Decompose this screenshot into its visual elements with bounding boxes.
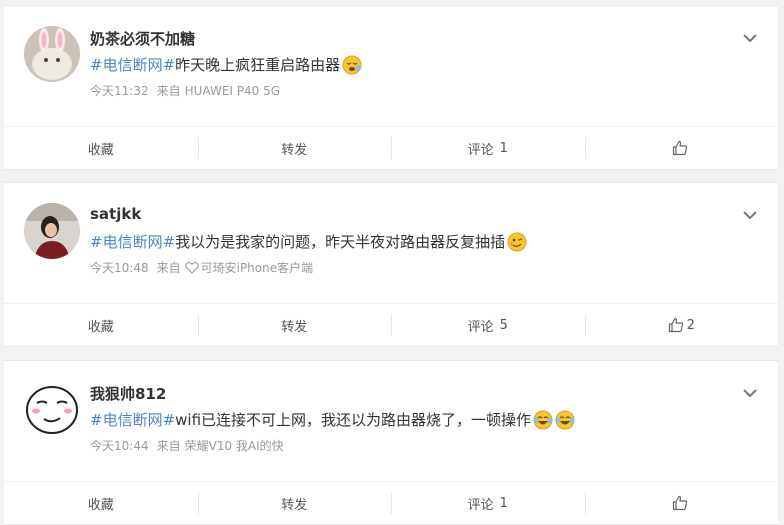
comment-button[interactable]: 评论 1	[391, 482, 585, 524]
like-button[interactable]	[584, 482, 779, 524]
source-prefix: 来自	[156, 261, 181, 275]
post-source[interactable]: HUAWEI P40 5G	[185, 84, 280, 98]
topic-link[interactable]: #电信断网#	[90, 409, 175, 430]
source-prefix: 来自	[156, 84, 181, 98]
comment-count: 5	[499, 317, 508, 333]
action-bar: 收藏 转发 评论 1	[4, 126, 778, 169]
post-text: 我以为是我家的问题，昨天半夜对路由器反复抽插	[175, 233, 506, 251]
repost-button[interactable]: 转发	[197, 482, 392, 524]
post-content: #电信断网# 昨天晚上疯狂重启路由器	[90, 54, 362, 75]
post-body: 奶茶必须不加糖 #电信断网# 昨天晚上疯狂重启路由器 今天11:32 来自 HU…	[4, 6, 778, 126]
post-text: 昨天晚上疯狂重启路由器	[175, 56, 341, 74]
post-card: 奶茶必须不加糖 #电信断网# 昨天晚上疯狂重启路由器 今天11:32 来自 HU…	[4, 5, 778, 170]
topic-link[interactable]: #电信断网#	[90, 231, 175, 252]
post-card: 我狠帅812 #电信断网# wifi已连接不可上网，我还以为路由器烧了，一顿操作	[4, 360, 778, 525]
comment-button[interactable]: 评论 5	[391, 304, 585, 346]
comment-label: 评论	[467, 497, 494, 513]
post-card: satjkk #电信断网# 我以为是我家的问题，昨天半夜对路由器反复抽插 今天1…	[4, 182, 778, 347]
repost-button[interactable]: 转发	[197, 127, 392, 169]
wink-emoji	[507, 232, 527, 251]
action-bar: 收藏 转发 评论 5 2	[4, 303, 778, 346]
avatar[interactable]	[24, 26, 80, 82]
thumbs-up-icon	[672, 495, 687, 511]
comment-count: 1	[499, 495, 508, 511]
favorite-button[interactable]: 收藏	[4, 127, 198, 169]
username[interactable]: 我狠帅812	[90, 383, 166, 404]
repost-label: 转发	[281, 497, 308, 513]
post-time: 今天11:32	[90, 84, 149, 98]
post-content: #电信断网# wifi已连接不可上网，我还以为路由器烧了，一顿操作	[90, 409, 575, 430]
favorite-label: 收藏	[87, 142, 114, 158]
post-meta: 今天10:44 来自 荣耀V10 我AI的快	[90, 437, 284, 454]
repost-label: 转发	[281, 319, 308, 335]
like-count: 2	[686, 317, 695, 333]
chevron-down-icon[interactable]	[742, 385, 758, 401]
comment-label: 评论	[467, 319, 494, 335]
post-time: 今天10:48	[90, 261, 149, 275]
comment-button[interactable]: 评论 1	[391, 127, 585, 169]
comment-count: 1	[499, 140, 508, 156]
favorite-button[interactable]: 收藏	[4, 304, 198, 346]
sleepy-emoji	[342, 55, 362, 74]
repost-button[interactable]: 转发	[197, 304, 392, 346]
username[interactable]: satjkk	[90, 205, 141, 223]
topic-link[interactable]: #电信断网#	[90, 54, 175, 75]
laugh-cry-emoji	[555, 410, 575, 429]
post-content: #电信断网# 我以为是我家的问题，昨天半夜对路由器反复抽插	[90, 231, 527, 252]
like-button[interactable]	[584, 127, 779, 169]
avatar[interactable]	[24, 203, 80, 259]
source-prefix: 来自	[156, 439, 181, 453]
heart-icon	[184, 262, 199, 274]
laugh-cry-emoji	[533, 410, 553, 429]
post-text: wifi已连接不可上网，我还以为路由器烧了，一顿操作	[175, 411, 532, 429]
post-meta: 今天10:48 来自 可琦安iPhone客户端	[90, 259, 313, 276]
like-button[interactable]: 2	[584, 304, 779, 346]
post-body: satjkk #电信断网# 我以为是我家的问题，昨天半夜对路由器反复抽插 今天1…	[4, 183, 778, 303]
chevron-down-icon[interactable]	[742, 207, 758, 223]
post-body: 我狠帅812 #电信断网# wifi已连接不可上网，我还以为路由器烧了，一顿操作	[4, 361, 778, 481]
repost-label: 转发	[281, 142, 308, 158]
avatar[interactable]	[24, 381, 80, 437]
favorite-button[interactable]: 收藏	[4, 482, 198, 524]
username[interactable]: 奶茶必须不加糖	[90, 28, 195, 49]
comment-label: 评论	[467, 142, 494, 158]
post-time: 今天10:44	[90, 439, 149, 453]
favorite-label: 收藏	[87, 497, 114, 513]
post-source[interactable]: 荣耀V10 我AI的快	[185, 437, 284, 454]
thumbs-up-icon	[668, 317, 683, 333]
action-bar: 收藏 转发 评论 1	[4, 481, 778, 524]
favorite-label: 收藏	[87, 319, 114, 335]
chevron-down-icon[interactable]	[742, 30, 758, 46]
post-meta: 今天11:32 来自 HUAWEI P40 5G	[90, 82, 280, 99]
post-source[interactable]: 可琦安iPhone客户端	[201, 259, 314, 276]
thumbs-up-icon	[672, 140, 687, 156]
